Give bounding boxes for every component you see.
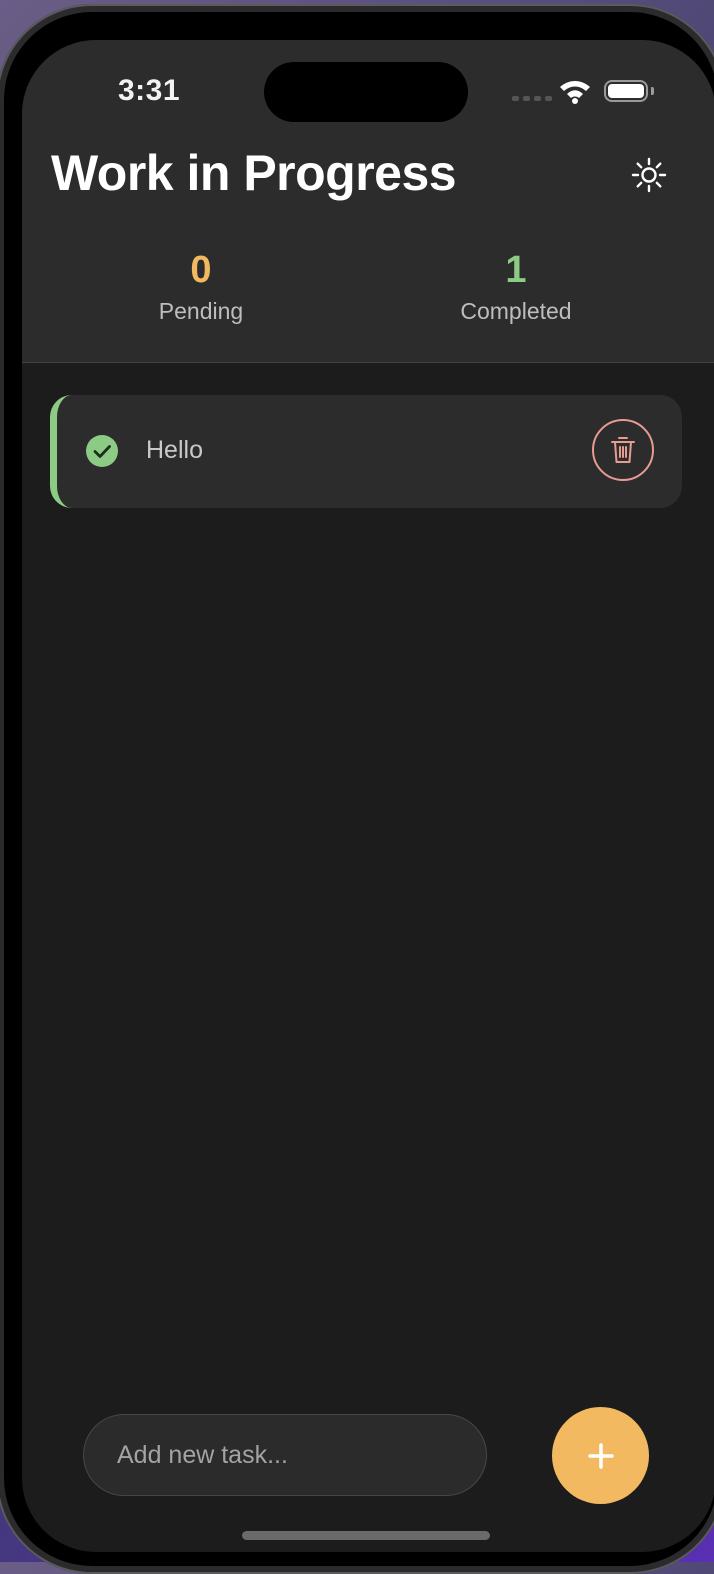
task-text: Hello bbox=[146, 436, 203, 464]
signal-icon bbox=[512, 96, 552, 101]
phone-bezel: 3:31 Work in Progress 0 Pending 1 Comple… bbox=[4, 12, 714, 1566]
check-circle-icon[interactable] bbox=[86, 435, 118, 467]
app-header: 3:31 Work in Progress 0 Pending 1 Comple… bbox=[22, 40, 714, 363]
pending-label: Pending bbox=[158, 298, 244, 324]
delete-task-button[interactable] bbox=[592, 419, 654, 481]
dynamic-island bbox=[264, 62, 468, 122]
trash-icon bbox=[611, 437, 635, 463]
completed-count: 1 bbox=[505, 249, 527, 291]
pending-stat: 0 Pending bbox=[81, 246, 321, 326]
task-item[interactable]: Hello bbox=[50, 395, 682, 508]
page-title: Work in Progress bbox=[51, 145, 457, 201]
battery-icon bbox=[604, 80, 648, 102]
phone-frame: 3:31 Work in Progress 0 Pending 1 Comple… bbox=[0, 4, 714, 1574]
completed-label: Completed bbox=[460, 298, 572, 324]
task-list: Hello bbox=[50, 395, 682, 508]
battery-tip bbox=[651, 87, 654, 95]
plus-icon bbox=[587, 1442, 614, 1469]
home-indicator[interactable] bbox=[242, 1531, 490, 1540]
pending-count: 0 bbox=[190, 249, 212, 291]
status-time: 3:31 bbox=[118, 74, 181, 107]
add-task-button[interactable] bbox=[552, 1407, 649, 1504]
app-screen: 3:31 Work in Progress 0 Pending 1 Comple… bbox=[22, 40, 714, 1552]
new-task-input[interactable] bbox=[83, 1414, 487, 1496]
wifi-icon bbox=[560, 81, 590, 104]
sun-icon bbox=[631, 157, 667, 193]
completed-stat: 1 Completed bbox=[396, 246, 636, 326]
theme-toggle-button[interactable] bbox=[626, 152, 672, 198]
